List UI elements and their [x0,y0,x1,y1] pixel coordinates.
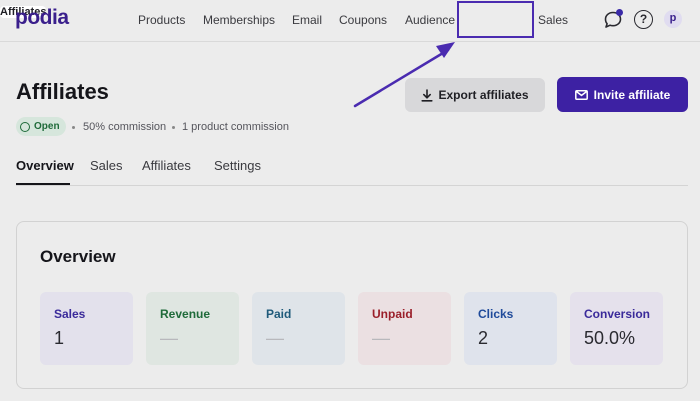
avatar[interactable]: p [664,10,682,28]
export-affiliates-label: Export affiliates [438,88,529,102]
overview-title: Overview [40,247,116,266]
nav-products[interactable]: Products [138,13,185,27]
commission-text: 50% commission [83,121,167,133]
stat-value: 2 [478,328,489,348]
status-label: Open [34,121,60,132]
stat-label: Unpaid [372,307,413,321]
stat-conversion: Conversion 50.0% [570,292,663,365]
stat-clicks: Clicks 2 [464,292,557,365]
nav-coupons[interactable]: Coupons [339,13,387,27]
notification-dot [616,9,623,16]
stat-paid: Paid — [252,292,345,365]
download-icon [421,88,434,102]
stat-label: Sales [54,307,86,321]
nav-email[interactable]: Email [292,13,322,27]
stat-value: — [160,328,178,348]
active-tab-indicator [16,183,70,185]
product-commission-text: 1 product commission [182,121,289,133]
stat-value: — [266,328,284,348]
top-nav: podia Products Memberships Email Coupons… [0,0,700,42]
stat-sales: Sales 1 [40,292,133,365]
stat-label: Revenue [160,307,211,321]
stat-label: Paid [266,307,292,321]
open-status-icon [20,121,30,132]
nav-memberships[interactable]: Memberships [203,13,275,27]
invite-affiliate-label: Invite affiliate [593,87,671,102]
stat-unpaid: Unpaid — [358,292,451,365]
tab-overview[interactable]: Overview [16,158,74,173]
tabs-divider [16,185,688,186]
stat-revenue: Revenue — [146,292,239,365]
podia-logo[interactable]: podia [15,6,69,30]
stat-value: 50.0% [584,328,636,348]
tab-sales[interactable]: Sales [90,158,123,173]
nav-sales[interactable]: Sales [538,13,568,27]
nav-audience[interactable]: Audience [405,13,455,27]
page-title: Affiliates [16,79,109,104]
status-badge: Open [16,117,66,136]
tab-affiliates[interactable]: Affiliates [142,158,191,173]
stat-value: — [372,328,390,348]
help-icon[interactable]: ? [634,10,653,29]
stat-value: 1 [54,328,65,348]
nav-affiliates-highlight [457,1,534,38]
stat-label: Conversion [584,307,651,321]
separator-dot [172,126,175,129]
mail-icon [574,89,588,100]
separator-dot [72,126,75,129]
tab-settings[interactable]: Settings [214,158,261,173]
export-affiliates-button[interactable]: Export affiliates [405,78,545,112]
invite-affiliate-button[interactable]: Invite affiliate [557,77,688,112]
stat-label: Clicks [478,307,514,321]
